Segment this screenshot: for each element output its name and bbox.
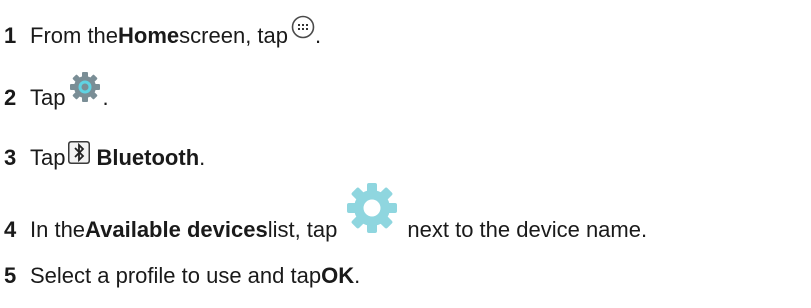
step-text-post: screen, tap bbox=[179, 23, 288, 48]
step-text-pre: Select a profile to use and tap bbox=[30, 263, 322, 288]
device-settings-gear-icon bbox=[343, 179, 401, 243]
step-number: 5 bbox=[4, 263, 17, 288]
step-text-after: . bbox=[199, 145, 206, 170]
apps-grid-icon bbox=[291, 15, 315, 45]
step-1: 1 From the Home screen, tap . bbox=[0, 15, 322, 56]
step-text-after: . bbox=[102, 85, 109, 110]
step-text-bold: OK bbox=[321, 263, 355, 288]
step-text-post: list, tap bbox=[267, 217, 338, 242]
step-number: 3 bbox=[4, 145, 17, 170]
step-number: 4 bbox=[4, 217, 17, 242]
step-text-bold: Bluetooth bbox=[96, 145, 200, 170]
step-2: 2 Tap . bbox=[0, 72, 109, 118]
step-number: 2 bbox=[4, 85, 17, 110]
step-5: 5 Select a profile to use and tap OK . bbox=[0, 256, 360, 296]
step-text-pre: From the bbox=[30, 23, 119, 48]
step-text-after: next to the device name. bbox=[407, 217, 648, 242]
bluetooth-icon bbox=[67, 140, 91, 171]
step-text-bold: Available devices bbox=[85, 217, 268, 242]
step-text-after: . bbox=[354, 263, 361, 288]
step-4: 4 In the Available devices list, tap nex… bbox=[0, 183, 648, 250]
step-text-pre: Tap bbox=[30, 85, 66, 110]
step-text-bold: Home bbox=[118, 23, 180, 48]
step-number: 1 bbox=[4, 23, 17, 48]
settings-gear-icon bbox=[68, 70, 102, 110]
step-3: 3 Tap Bluetooth . bbox=[0, 138, 205, 178]
step-text-pre: Tap bbox=[30, 145, 66, 170]
step-text-pre: In the bbox=[30, 217, 86, 242]
step-text-after: . bbox=[315, 23, 322, 48]
